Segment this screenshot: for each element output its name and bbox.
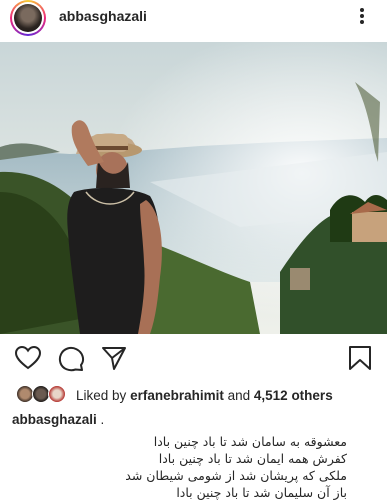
caption-line: کفرش همه ایمان شد تا باد چنین بادا <box>158 451 347 466</box>
likes-summary[interactable]: Liked by erfanebrahimit and 4,512 others <box>76 388 333 403</box>
likes-count[interactable]: 4,512 others <box>254 388 333 403</box>
more-options-icon[interactable] <box>356 6 368 28</box>
post-actions-bar <box>0 338 387 378</box>
caption-text: معشوقه به سامان شد تا باد چنین بادا کفرش… <box>47 433 347 501</box>
avatar <box>14 4 42 32</box>
likes-and: and <box>227 388 251 403</box>
caption-line: باز آن سلیمان شد تا باد چنین بادا <box>176 485 347 500</box>
post-username[interactable]: abbasghazali <box>59 8 147 24</box>
story-ring-avatar[interactable] <box>10 0 46 36</box>
comment-icon[interactable] <box>57 344 85 372</box>
post-photo[interactable] <box>0 42 387 334</box>
liker-username[interactable]: erfanebrahimit <box>130 388 224 403</box>
caption-suffix: . <box>100 412 105 427</box>
liker-avatar[interactable] <box>48 385 66 403</box>
share-icon[interactable] <box>100 344 128 372</box>
heart-icon[interactable] <box>14 344 42 372</box>
likes-prefix: Liked by <box>76 388 127 403</box>
photo-image <box>0 42 387 334</box>
bookmark-icon[interactable] <box>346 344 374 372</box>
caption-username[interactable]: abbasghazali <box>12 412 97 427</box>
post-header: abbasghazali <box>0 0 387 38</box>
caption-line: ملکی که پریشان شد از شومی شیطان شد <box>125 468 347 483</box>
likes-row: Liked by erfanebrahimit and 4,512 others <box>0 382 387 408</box>
caption-header: abbasghazali . <box>12 412 104 427</box>
caption-line: معشوقه به سامان شد تا باد چنین بادا <box>153 434 347 449</box>
